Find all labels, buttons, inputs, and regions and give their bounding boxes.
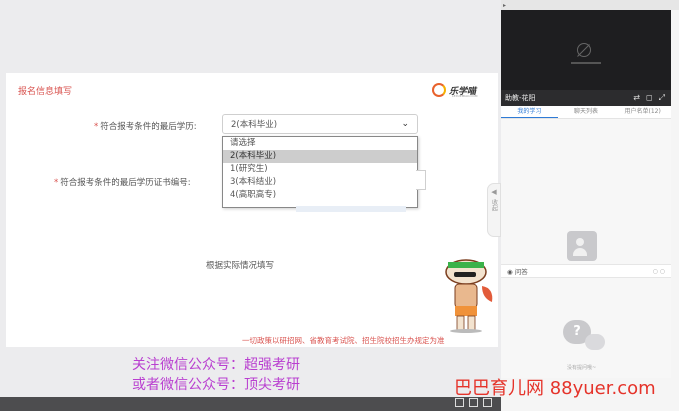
qa-title-text: 问答 [514, 268, 528, 276]
logo-mark-icon [432, 83, 446, 97]
obscured-hint-text [296, 206, 406, 212]
logo-subtext: LEXUEMIAO.COM [452, 94, 478, 98]
brand-logo: 乐学喵 LEXUEMIAO.COM [432, 81, 490, 99]
collapse-tab-label: 收起 [490, 199, 498, 211]
mascot-body [454, 283, 478, 309]
promo-line-1: 关注微信公众号：超强考研 [132, 357, 300, 373]
qa-title: ◉ 问答 [507, 268, 528, 276]
mascot-shorts [455, 306, 477, 316]
assistant-controls: ⇄ ◻ ⤢ [633, 93, 665, 103]
panel-top-strip: ▸ [501, 0, 679, 10]
dropdown-option-selected[interactable]: 2(本科毕业) [223, 150, 417, 163]
swap-icon[interactable]: ⇄ [633, 93, 640, 103]
promo-line-2: 或者微信公众号：顶尖考研 [132, 377, 300, 393]
mascot-leaf [482, 286, 493, 302]
dropdown-option[interactable]: 请选择 [223, 137, 417, 150]
mascot-leg-right [467, 315, 476, 331]
education-select-value: 2(本科毕业) [231, 120, 278, 130]
required-mark: * [94, 122, 99, 132]
mascot-shadow [450, 329, 482, 333]
certificate-label-text: 符合报考条件的最后学历证书编号: [60, 178, 191, 188]
tab-my-study[interactable]: 我的学习 [501, 106, 558, 118]
assistant-name: 助教-花阳 [505, 94, 536, 102]
registration-form-card: 报名信息填写 乐学喵 LEXUEMIAO.COM * 符合报考条件的最后学历: 2… [6, 73, 498, 347]
collapse-panel-tab[interactable]: ◀ 收起 [487, 183, 501, 237]
chevron-right-icon[interactable]: ▸ [503, 2, 506, 9]
video-window [501, 10, 671, 90]
qa-area: ? 没有提问哦~ [501, 278, 671, 378]
chevron-down-icon: ⌄ [401, 119, 409, 129]
empty-user-illustration [567, 231, 597, 261]
player-bottom-bar [0, 397, 501, 411]
assistant-bar: 助教-花阳 ⇄ ◻ ⤢ [501, 90, 671, 106]
expand-icon[interactable]: ⤢ [659, 93, 665, 103]
camera-off-icon [577, 43, 591, 57]
qa-header: ◉ 问答 ○ ○ [501, 264, 671, 278]
qa-empty-text: 没有提问哦~ [567, 365, 597, 371]
chevron-left-icon: ◀ [491, 188, 497, 196]
cat-mascot-illustration [445, 259, 493, 333]
fill-hint-note: 根据实际情况填写 [206, 261, 275, 271]
panel-tabs: 我的学习 聊天列表 用户名单(12) [501, 106, 671, 119]
qa-toggle-icon[interactable]: ○ ○ [653, 268, 665, 275]
chat-area [501, 119, 671, 264]
site-watermark: 巴巴育儿网 88yuer.com [454, 378, 656, 399]
education-label: * 符合报考条件的最后学历: [94, 120, 197, 132]
camera-off-caption [571, 62, 601, 64]
policy-note: 一切政策以研招网、省教育考试院、招生院校招生办规定为准 [242, 336, 445, 345]
reply-bubble-icon [585, 334, 605, 350]
education-select[interactable]: 2(本科毕业) ⌄ [222, 114, 418, 134]
mascot-leg-left [456, 315, 465, 331]
mascot-headband [448, 262, 484, 268]
required-mark: * [54, 178, 59, 188]
form-title: 报名信息填写 [18, 87, 73, 97]
tab-user-list[interactable]: 用户名单(12) [614, 106, 671, 118]
tab-chat-list[interactable]: 聊天列表 [558, 106, 615, 118]
certificate-label: * 符合报考条件的最后学历证书编号: [54, 176, 191, 188]
dropdown-option[interactable]: 1(研究生) [223, 163, 417, 176]
popout-icon[interactable]: ◻ [646, 93, 653, 103]
dropdown-option[interactable]: 4(高职高专) [223, 189, 417, 202]
education-dropdown-list[interactable]: 请选择 2(本科毕业) 1(研究生) 3(本科结业) 4(高职高专) [222, 136, 418, 208]
dropdown-option[interactable]: 3(本科结业) [223, 176, 417, 189]
certificate-number-input[interactable] [416, 170, 426, 190]
education-label-text: 符合报考条件的最后学历: [100, 122, 197, 132]
right-side-panel: ▸ 助教-花阳 ⇄ ◻ ⤢ 我的学习 聊天列表 用户名单(12) ◉ 问答 ○ … [501, 0, 679, 411]
promo-text: 关注微信公众号：超强考研 或者微信公众号：顶尖考研 [132, 355, 300, 395]
mascot-glasses [454, 272, 476, 277]
main-area: 报名信息填写 乐学喵 LEXUEMIAO.COM * 符合报考条件的最后学历: 2… [0, 0, 501, 397]
